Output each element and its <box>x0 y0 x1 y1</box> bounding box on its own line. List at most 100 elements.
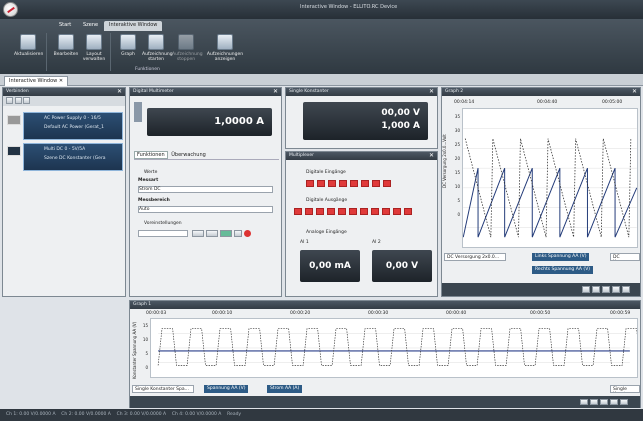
stop-icon <box>178 34 194 50</box>
graph2-source-select[interactable]: DC Versorgung 2x0.0... <box>444 253 506 261</box>
output-toggle[interactable] <box>316 208 324 215</box>
y-ticks: 35 30 25 20 15 10 5 0 <box>450 110 460 222</box>
export-icon[interactable] <box>612 286 620 293</box>
graph2-source-select-2[interactable]: DC Versorgung <box>610 253 640 261</box>
app-logo-icon[interactable] <box>3 2 18 17</box>
constant-title: Single Konstanter <box>289 89 329 94</box>
devices-header: Verbinden ✕ <box>3 88 125 96</box>
range-select[interactable]: Auto <box>138 206 273 213</box>
y-tick: 30 <box>454 128 460 133</box>
time-label: 00:00:50 <box>530 311 551 316</box>
output-toggle[interactable] <box>393 208 401 215</box>
preset-apply-button[interactable] <box>220 230 232 237</box>
preset-save-button[interactable] <box>206 230 218 237</box>
output-toggle[interactable] <box>327 208 335 215</box>
close-icon[interactable]: ✕ <box>632 88 637 95</box>
preset-load-button[interactable] <box>192 230 204 237</box>
graph1-plot[interactable] <box>150 318 638 378</box>
time-label: 00:05:00 <box>602 100 623 105</box>
fit-icon[interactable] <box>600 399 608 405</box>
settings-icon[interactable] <box>622 286 630 293</box>
y-tick: 10 <box>142 337 148 342</box>
legend-right-voltage[interactable]: Rechts Spannung AA (V) <box>532 266 594 274</box>
y-tick: 0 <box>145 365 148 370</box>
pan-icon[interactable] <box>590 399 598 405</box>
layout-button[interactable]: Layout verwalten <box>80 33 108 71</box>
input-led <box>372 180 380 187</box>
save-icon[interactable] <box>234 230 242 237</box>
tab-start[interactable]: Start <box>54 21 76 31</box>
preset-select[interactable] <box>138 230 188 237</box>
refresh-button[interactable]: Aktualisieren <box>14 33 43 71</box>
zoom-icon[interactable] <box>580 399 588 405</box>
multimeter-header: Digital Multimeter ✕ <box>130 88 281 96</box>
settings-icon[interactable] <box>620 399 628 405</box>
y-tick: 5 <box>145 351 148 356</box>
y-ticks: 15 10 5 0 <box>140 319 148 375</box>
export-icon[interactable] <box>610 399 618 405</box>
ribbon-group-label: Funktionen <box>135 67 160 72</box>
status-item: Ch 1: 0.00 V/0.0000 A <box>6 412 56 417</box>
y-axis-label: DC Versorgung 2x0.0...Volt <box>442 134 447 188</box>
time-label: 00:00:20 <box>290 311 311 316</box>
legend-voltage[interactable]: Spannung AA (V) <box>204 385 249 393</box>
graph2-header: Graph 2 ✕ <box>442 88 640 96</box>
close-icon[interactable]: ✕ <box>273 88 278 95</box>
time-label: 00:04:14 <box>454 100 475 105</box>
close-icon[interactable]: ✕ <box>429 152 434 159</box>
zoom-icon[interactable] <box>582 286 590 293</box>
graph1-source-select[interactable]: Single Konstanter Spa... <box>132 385 194 393</box>
settings-icon[interactable] <box>23 97 31 104</box>
device-item[interactable]: Multi DC 0 - 5V/5A Szene DC Konstanter (… <box>7 143 123 171</box>
power-supply-icon <box>7 115 21 125</box>
graph2-plot[interactable] <box>462 108 638 248</box>
close-icon[interactable]: ✕ <box>429 88 434 95</box>
record-start-button[interactable]: Aufzeichnung starten <box>142 33 173 71</box>
input-led <box>339 180 347 187</box>
digital-inputs-label: Digitale Eingänge <box>306 170 346 175</box>
presets-heading: Voreinstellungen <box>144 221 182 226</box>
output-toggle[interactable] <box>371 208 379 215</box>
graph-button[interactable]: Graph <box>114 33 142 71</box>
pin-icon[interactable]: ✕ <box>117 88 122 95</box>
tab-functions[interactable]: Funktionen <box>134 151 168 159</box>
legend-left-voltage[interactable]: Links Spannung AA (V) <box>532 253 590 261</box>
output-toggle[interactable] <box>382 208 390 215</box>
range-label: Messbereich <box>138 198 170 203</box>
document-tab[interactable]: Interactive Window ✕ <box>4 76 69 86</box>
y-tick: 0 <box>457 212 460 217</box>
fit-icon[interactable] <box>602 286 610 293</box>
graph1-source-select-2[interactable]: Single Konst <box>610 385 640 393</box>
output-toggle[interactable] <box>338 208 346 215</box>
output-toggle[interactable] <box>305 208 313 215</box>
output-toggle[interactable] <box>349 208 357 215</box>
record-stop-button[interactable]: Aufzeichnung stoppen <box>172 33 203 71</box>
device-sub: Default AC Power (Gerat_1 <box>44 125 104 130</box>
add-device-icon[interactable] <box>6 97 13 104</box>
mode-select[interactable]: Strom DC <box>138 186 273 193</box>
output-toggle[interactable] <box>360 208 368 215</box>
close-icon[interactable]: ✕ <box>59 78 63 84</box>
tab-monitoring[interactable]: Überwachung <box>169 152 208 158</box>
y-tick: 5 <box>457 198 460 203</box>
title-bar: Interactive Window - ELLITO.RC Device <box>0 0 643 19</box>
values-heading: Werte <box>144 170 158 175</box>
recordings-button[interactable]: Aufzeichnungen anzeigen <box>205 33 245 71</box>
list-view-icon[interactable] <box>14 97 22 104</box>
tab-interactive-window[interactable]: Interaktive Window <box>104 21 163 31</box>
pan-icon[interactable] <box>592 286 600 293</box>
edit-icon <box>58 34 74 50</box>
device-name: Multi DC 0 - 5V/5A <box>44 147 86 152</box>
edit-label: Bearbeiten <box>53 52 79 57</box>
output-toggle[interactable] <box>404 208 412 215</box>
input-led <box>328 180 336 187</box>
output-toggle[interactable] <box>294 208 302 215</box>
edit-button[interactable]: Bearbeiten <box>52 33 80 71</box>
device-item[interactable]: AC Power Supply 0 - 16/5 Default AC Powe… <box>7 112 123 140</box>
legend-current[interactable]: Strom AA (A) <box>267 385 303 393</box>
input-led <box>306 180 314 187</box>
delete-icon[interactable] <box>244 230 251 237</box>
ai1-readout: 0,00 mA <box>300 250 360 282</box>
record-icon <box>148 34 164 50</box>
tab-szene[interactable]: Szene <box>78 21 103 31</box>
